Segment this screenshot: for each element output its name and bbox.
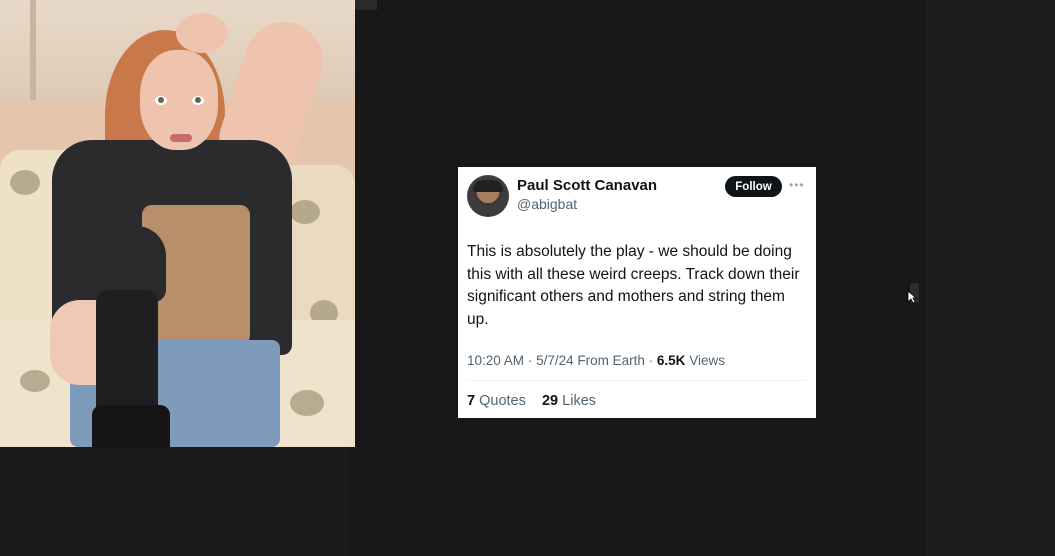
microphone-stand xyxy=(92,405,170,447)
floral-pattern xyxy=(290,390,324,416)
left-bottom-background xyxy=(0,447,348,556)
quotes-stat[interactable]: 7 Quotes xyxy=(467,393,526,409)
divider xyxy=(467,380,807,381)
follow-button[interactable]: Follow xyxy=(725,176,782,197)
mouth xyxy=(170,134,192,142)
tweet-time[interactable]: 10:20 AM xyxy=(467,353,524,368)
presenter-webcam xyxy=(0,0,355,447)
meta-separator: · xyxy=(648,353,657,368)
views-label: Views xyxy=(689,353,725,368)
likes-count: 29 xyxy=(541,393,559,409)
tweet-meta: 10:20 AM · 5/7/24 From Earth · 6.5K View… xyxy=(467,353,725,368)
mouse-pointer-icon xyxy=(907,290,917,304)
user-handle[interactable]: @abigbat xyxy=(517,196,577,212)
floral-pattern xyxy=(10,170,40,195)
tweet-date[interactable]: 5/7/24 xyxy=(536,353,574,368)
microphone-body xyxy=(96,290,158,420)
avatar-cap xyxy=(473,180,503,192)
quotes-label: Quotes xyxy=(479,393,526,409)
hand-on-head xyxy=(176,13,228,53)
floral-pattern xyxy=(290,200,320,224)
more-horizontal-icon[interactable]: ••• xyxy=(789,178,805,192)
eye xyxy=(155,96,167,105)
tweet-card: Paul Scott Canavan @abigbat Follow ••• T… xyxy=(458,167,816,418)
tweet-source: From Earth xyxy=(577,353,645,368)
views-count: 6.5K xyxy=(656,353,686,368)
floral-pattern xyxy=(20,370,50,392)
tweet-text: This is absolutely the play - we should … xyxy=(467,243,800,328)
likes-label: Likes xyxy=(562,393,597,409)
top-strip xyxy=(355,0,377,10)
video-frame: Paul Scott Canavan @abigbat Follow ••• T… xyxy=(0,0,1055,556)
right-background xyxy=(926,0,1055,556)
meta-separator: · xyxy=(527,353,537,368)
display-name[interactable]: Paul Scott Canavan xyxy=(517,177,657,194)
eye xyxy=(192,96,204,105)
quotes-count: 7 xyxy=(467,393,476,409)
avatar[interactable] xyxy=(467,175,509,217)
likes-stat[interactable]: 29 Likes xyxy=(542,393,596,409)
tweet-stats: 7 Quotes 29 Likes xyxy=(467,393,596,409)
